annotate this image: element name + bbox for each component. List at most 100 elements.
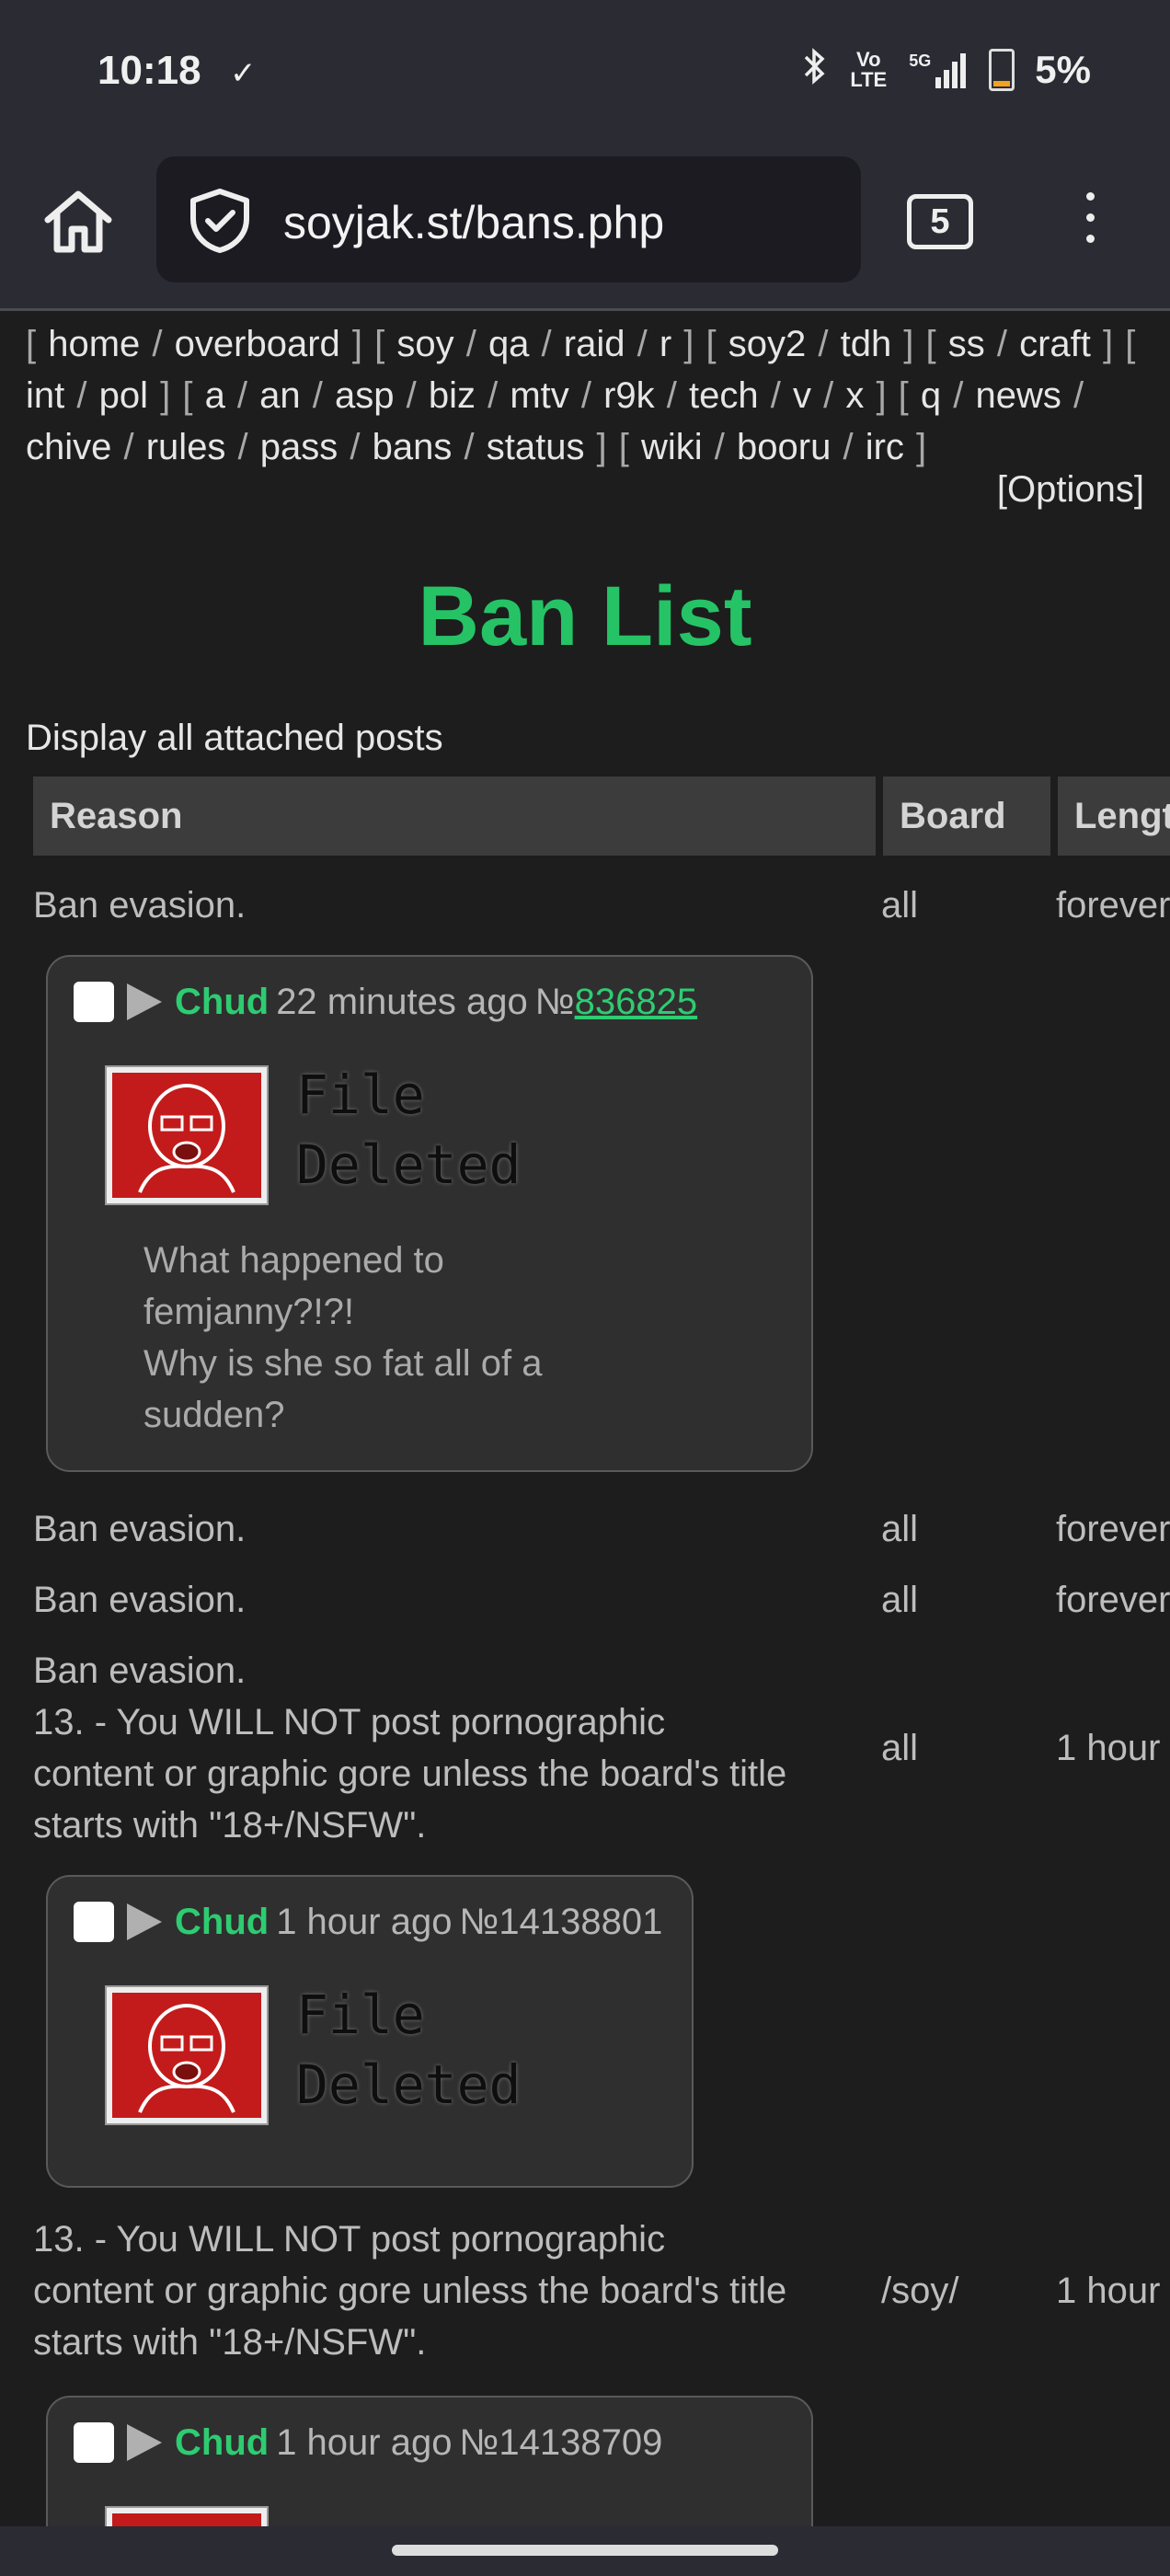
separator: / xyxy=(394,375,429,416)
url-bar[interactable]: soyjak.st/bans.php xyxy=(156,156,861,282)
separator: / xyxy=(452,427,487,467)
board-link-tdh[interactable]: tdh xyxy=(841,324,892,364)
board-link-r[interactable]: r xyxy=(660,324,671,364)
separator: / xyxy=(111,427,146,467)
board-link-pol[interactable]: pol xyxy=(99,375,148,416)
poster-name: Chud xyxy=(175,2422,270,2463)
board-link-biz[interactable]: biz xyxy=(429,375,476,416)
post-checkbox[interactable] xyxy=(74,1902,114,1942)
ban-length: 1 hour xyxy=(1056,2271,1161,2311)
board-link-status[interactable]: status xyxy=(487,427,585,467)
shield-check-icon[interactable] xyxy=(188,188,252,259)
expand-triangle-icon[interactable] xyxy=(127,2424,162,2461)
poster-name: Chud xyxy=(175,1902,270,1942)
board-link-an[interactable]: an xyxy=(259,375,301,416)
board-link-overboard[interactable]: overboard xyxy=(175,324,340,364)
gesture-navigation-bar xyxy=(0,2526,1170,2576)
board-link-soy[interactable]: soy xyxy=(396,324,453,364)
board-link-q[interactable]: q xyxy=(921,375,941,416)
bracket: [ xyxy=(26,324,49,364)
separator: / xyxy=(338,427,373,467)
bracket: ] xyxy=(1090,324,1126,364)
separator: / xyxy=(984,324,1020,364)
kebab-menu-icon[interactable] xyxy=(1076,189,1104,253)
bracket: ] xyxy=(671,324,706,364)
expand-triangle-icon[interactable] xyxy=(127,1903,162,1940)
expand-triangle-icon[interactable] xyxy=(127,983,162,1020)
board-link-mtv[interactable]: mtv xyxy=(510,375,568,416)
post-number-link[interactable]: 14138801 xyxy=(499,1902,662,1942)
board-link-tech[interactable]: tech xyxy=(689,375,759,416)
board-link-wiki[interactable]: wiki xyxy=(641,427,703,467)
post-checkbox[interactable] xyxy=(74,982,114,1022)
ban-length: forever xyxy=(1056,1580,1170,1620)
separator: / xyxy=(300,375,335,416)
soyjak-thumbnail-icon[interactable] xyxy=(105,1065,269,1205)
separator: / xyxy=(225,427,260,467)
separator: / xyxy=(568,375,604,416)
ban-reason: Ban evasion. 13. - You WILL NOT post por… xyxy=(33,1650,787,1846)
separator: / xyxy=(475,375,510,416)
board-link-craft[interactable]: craft xyxy=(1019,324,1091,364)
board-link-soy2[interactable]: soy2 xyxy=(728,324,807,364)
page-content: [ home / overboard ] [ soy / qa / raid /… xyxy=(0,311,1170,2526)
board-link-asp[interactable]: asp xyxy=(335,375,395,416)
bracket: [ xyxy=(618,427,642,467)
options-link[interactable]: [Options] xyxy=(997,469,1144,511)
ban-board: all xyxy=(881,1509,919,1549)
ban-board: all xyxy=(881,1728,919,1768)
attached-post: Chud 22 minutes ago №836825 File Deleted… xyxy=(46,955,813,1472)
battery-percent: 5% xyxy=(1035,48,1091,91)
ban-reason: 13. - You WILL NOT post pornographic con… xyxy=(33,2219,787,2363)
home-gesture-handle[interactable] xyxy=(392,2545,778,2556)
url-text[interactable]: soyjak.st/bans.php xyxy=(283,196,664,249)
board-link-qa[interactable]: qa xyxy=(488,324,530,364)
post-time: 1 hour ago xyxy=(276,1902,453,1942)
separator: / xyxy=(529,324,564,364)
ban-reason: Ban evasion. xyxy=(33,885,247,926)
post-header: Chud 22 minutes ago №836825 xyxy=(74,979,697,1025)
post-time: 22 minutes ago xyxy=(276,982,528,1022)
board-link-irc[interactable]: irc xyxy=(866,427,904,467)
board-link-ss[interactable]: ss xyxy=(948,324,985,364)
board-link-bans[interactable]: bans xyxy=(373,427,453,467)
ban-reason: Ban evasion. xyxy=(33,1580,247,1620)
soyjak-thumbnail-icon[interactable] xyxy=(105,2506,269,2526)
board-link-pass[interactable]: pass xyxy=(260,427,338,467)
board-link-x[interactable]: x xyxy=(845,375,864,416)
post-checkbox[interactable] xyxy=(74,2422,114,2463)
board-link-a[interactable]: a xyxy=(205,375,225,416)
board-link-rules[interactable]: rules xyxy=(146,427,226,467)
ban-board: /soy/ xyxy=(881,2271,959,2311)
post-number-link[interactable]: 14138709 xyxy=(499,2422,662,2463)
soyjak-thumbnail-icon[interactable] xyxy=(105,1985,269,2125)
separator: / xyxy=(831,427,866,467)
clock: 10:18 xyxy=(98,48,201,93)
bracket: ] xyxy=(584,427,619,467)
bracket: ] xyxy=(891,324,926,364)
file-deleted-text: File Deleted xyxy=(296,1984,522,2116)
board-link-raid[interactable]: raid xyxy=(564,324,625,364)
board-link-home[interactable]: home xyxy=(48,324,140,364)
board-link-int[interactable]: int xyxy=(26,375,64,416)
column-length: Length xyxy=(1058,776,1170,856)
status-bar: 10:18 ✓ Vo LTE 5G 5% xyxy=(0,0,1170,152)
separator: / xyxy=(1061,375,1084,416)
network-type: 5G xyxy=(909,52,932,70)
separator: / xyxy=(702,427,738,467)
board-link-booru[interactable]: booru xyxy=(737,427,831,467)
board-link-r9k[interactable]: r9k xyxy=(603,375,655,416)
bracket: ] xyxy=(864,375,899,416)
post-number-link[interactable]: 836825 xyxy=(575,982,697,1022)
home-icon[interactable] xyxy=(39,181,118,260)
board-link-chive[interactable]: chive xyxy=(26,427,111,467)
tab-count-button[interactable]: 5 xyxy=(907,194,973,249)
board-link-news[interactable]: news xyxy=(976,375,1061,416)
post-number-prefix: № xyxy=(459,1902,499,1942)
bracket: ] xyxy=(339,324,375,364)
poster-name: Chud xyxy=(175,982,270,1022)
board-link-v[interactable]: v xyxy=(793,375,811,416)
board-list: [ home / overboard ] [ soy / qa / raid /… xyxy=(26,318,1148,473)
display-all-posts-link[interactable]: Display all attached posts xyxy=(26,718,443,759)
file-deleted-text: File Deleted xyxy=(296,1064,522,1196)
